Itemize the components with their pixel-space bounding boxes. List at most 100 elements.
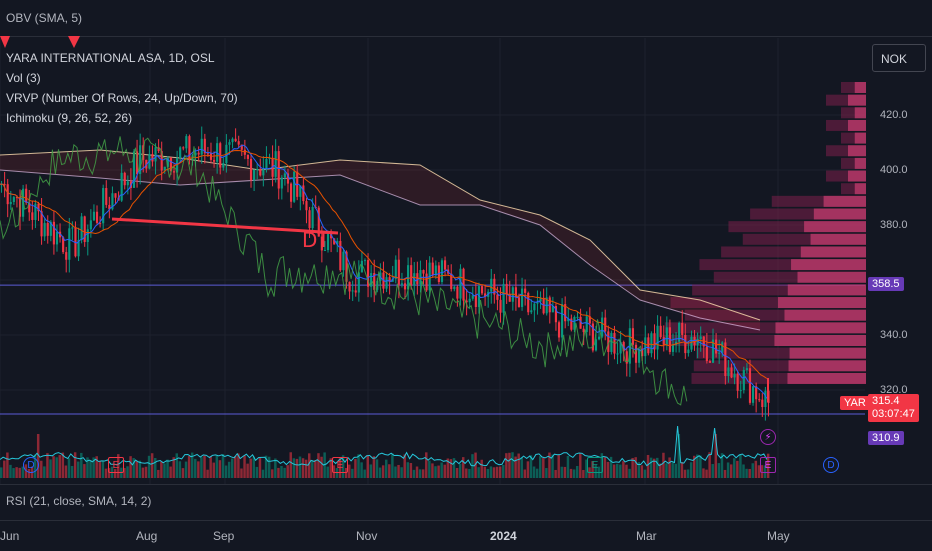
volume-bar — [545, 468, 548, 478]
volume-bar — [206, 469, 209, 478]
volume-bar — [70, 465, 74, 478]
earnings-marker[interactable]: E — [108, 457, 124, 473]
candle-body — [727, 367, 730, 377]
candle-body — [496, 294, 499, 300]
symbol-title[interactable]: YARA INTERNATIONAL ASA, 1D, OSL — [6, 48, 238, 68]
volume-bar — [388, 464, 391, 478]
volume-bar — [150, 453, 154, 478]
candle-body — [243, 149, 246, 155]
volume-bar — [582, 469, 585, 478]
candle-body — [120, 172, 123, 201]
candle-body — [557, 322, 561, 338]
volume-profile-bar-up — [848, 119, 866, 131]
candle-body — [502, 283, 505, 313]
candle-body — [185, 136, 188, 149]
volume-bar — [415, 466, 419, 478]
volume-bar — [243, 455, 246, 478]
volume-bar — [378, 467, 382, 478]
volume-bar — [326, 466, 329, 478]
candle-body — [431, 262, 434, 276]
earnings-marker[interactable]: E — [760, 457, 776, 473]
volume-bar — [535, 468, 539, 478]
candle-body — [474, 295, 477, 307]
candle-body — [209, 153, 213, 160]
volume-bar — [640, 465, 644, 478]
dividend-marker[interactable]: D — [23, 457, 39, 473]
candle-body — [114, 193, 117, 198]
earnings-marker[interactable]: E — [587, 457, 603, 473]
obv-value-badge: 310.9 — [868, 431, 904, 445]
volume-profile-bar-up — [848, 170, 866, 182]
vol-indicator-label[interactable]: Vol (3) — [6, 68, 238, 88]
volume-bar — [224, 465, 228, 478]
currency-selector[interactable]: NOK — [872, 44, 926, 72]
candle-body — [249, 158, 253, 181]
volume-bar — [434, 466, 437, 478]
volume-profile-bar-up — [804, 221, 866, 233]
volume-bar — [52, 456, 55, 478]
volume-bar — [619, 464, 622, 478]
volume-bar — [674, 463, 677, 478]
volume-bar — [175, 453, 179, 478]
dividend-marker[interactable]: D — [823, 457, 839, 473]
volume-bar — [394, 466, 397, 478]
candle-body — [385, 277, 388, 289]
candle-body — [524, 288, 527, 293]
volume-bar — [462, 457, 465, 478]
volume-bar — [49, 459, 52, 478]
volume-bar — [566, 455, 570, 478]
earnings-marker[interactable]: E — [332, 457, 348, 473]
candle-body — [443, 260, 447, 270]
candle-body — [212, 159, 216, 162]
rsi-indicator-label[interactable]: RSI (21, close, SMA, 14, 2) — [6, 494, 151, 508]
ichimoku-indicator-label[interactable]: Ichimoku (9, 26, 52, 26) — [6, 108, 238, 128]
volume-bar — [289, 452, 292, 478]
volume-bar — [603, 457, 607, 478]
volume-bar — [0, 467, 3, 478]
volume-bar — [477, 467, 480, 478]
volume-bar — [437, 465, 440, 478]
vrvp-indicator-label[interactable]: VRVP (Number Of Rows, 24, Up/Down, 70) — [6, 88, 238, 108]
dt-annotation[interactable]: DT — [302, 228, 330, 252]
volume-bar — [726, 462, 730, 478]
volume-profile-bar-up — [810, 233, 866, 245]
volume-bar — [46, 453, 49, 478]
volume-bar — [699, 455, 702, 478]
lightning-icon[interactable]: ⚡ — [760, 429, 776, 445]
volume-bar — [227, 461, 231, 478]
candle-body — [92, 211, 96, 221]
candle-body — [736, 374, 739, 391]
candle-body — [631, 328, 635, 345]
volume-bar — [705, 469, 708, 478]
volume-bar — [64, 465, 68, 478]
volume-bar — [18, 467, 21, 478]
candle-body — [25, 188, 28, 203]
volume-bar — [292, 458, 296, 478]
candle-body — [126, 181, 129, 186]
ticker-badge: YAR — [840, 396, 870, 410]
candle-body — [742, 369, 745, 391]
candle-body — [65, 252, 68, 260]
volume-bar — [166, 459, 169, 478]
volume-bar — [375, 459, 379, 478]
y-tick-label: 340.0 — [880, 329, 908, 341]
candle-body — [671, 345, 675, 352]
volume-bar — [733, 458, 736, 478]
volume-bar — [6, 452, 9, 478]
volume-bar — [283, 467, 286, 478]
candle-body — [55, 231, 59, 245]
volume-bar — [748, 468, 751, 478]
volume-bar — [745, 468, 748, 478]
time-axis[interactable]: Jun Aug Sep Nov 2024 Mar May — [0, 520, 932, 551]
volume-bar — [579, 453, 582, 478]
candle-body — [745, 368, 748, 370]
volume-bar — [197, 461, 200, 478]
candle-body — [684, 334, 687, 354]
x-tick-label: May — [767, 529, 790, 543]
volume-profile-bar-up — [854, 157, 866, 169]
volume-bar — [505, 453, 508, 478]
volume-bar — [141, 467, 145, 478]
candle-body — [259, 169, 262, 176]
candle-body — [665, 327, 668, 345]
candle-body — [394, 259, 397, 279]
